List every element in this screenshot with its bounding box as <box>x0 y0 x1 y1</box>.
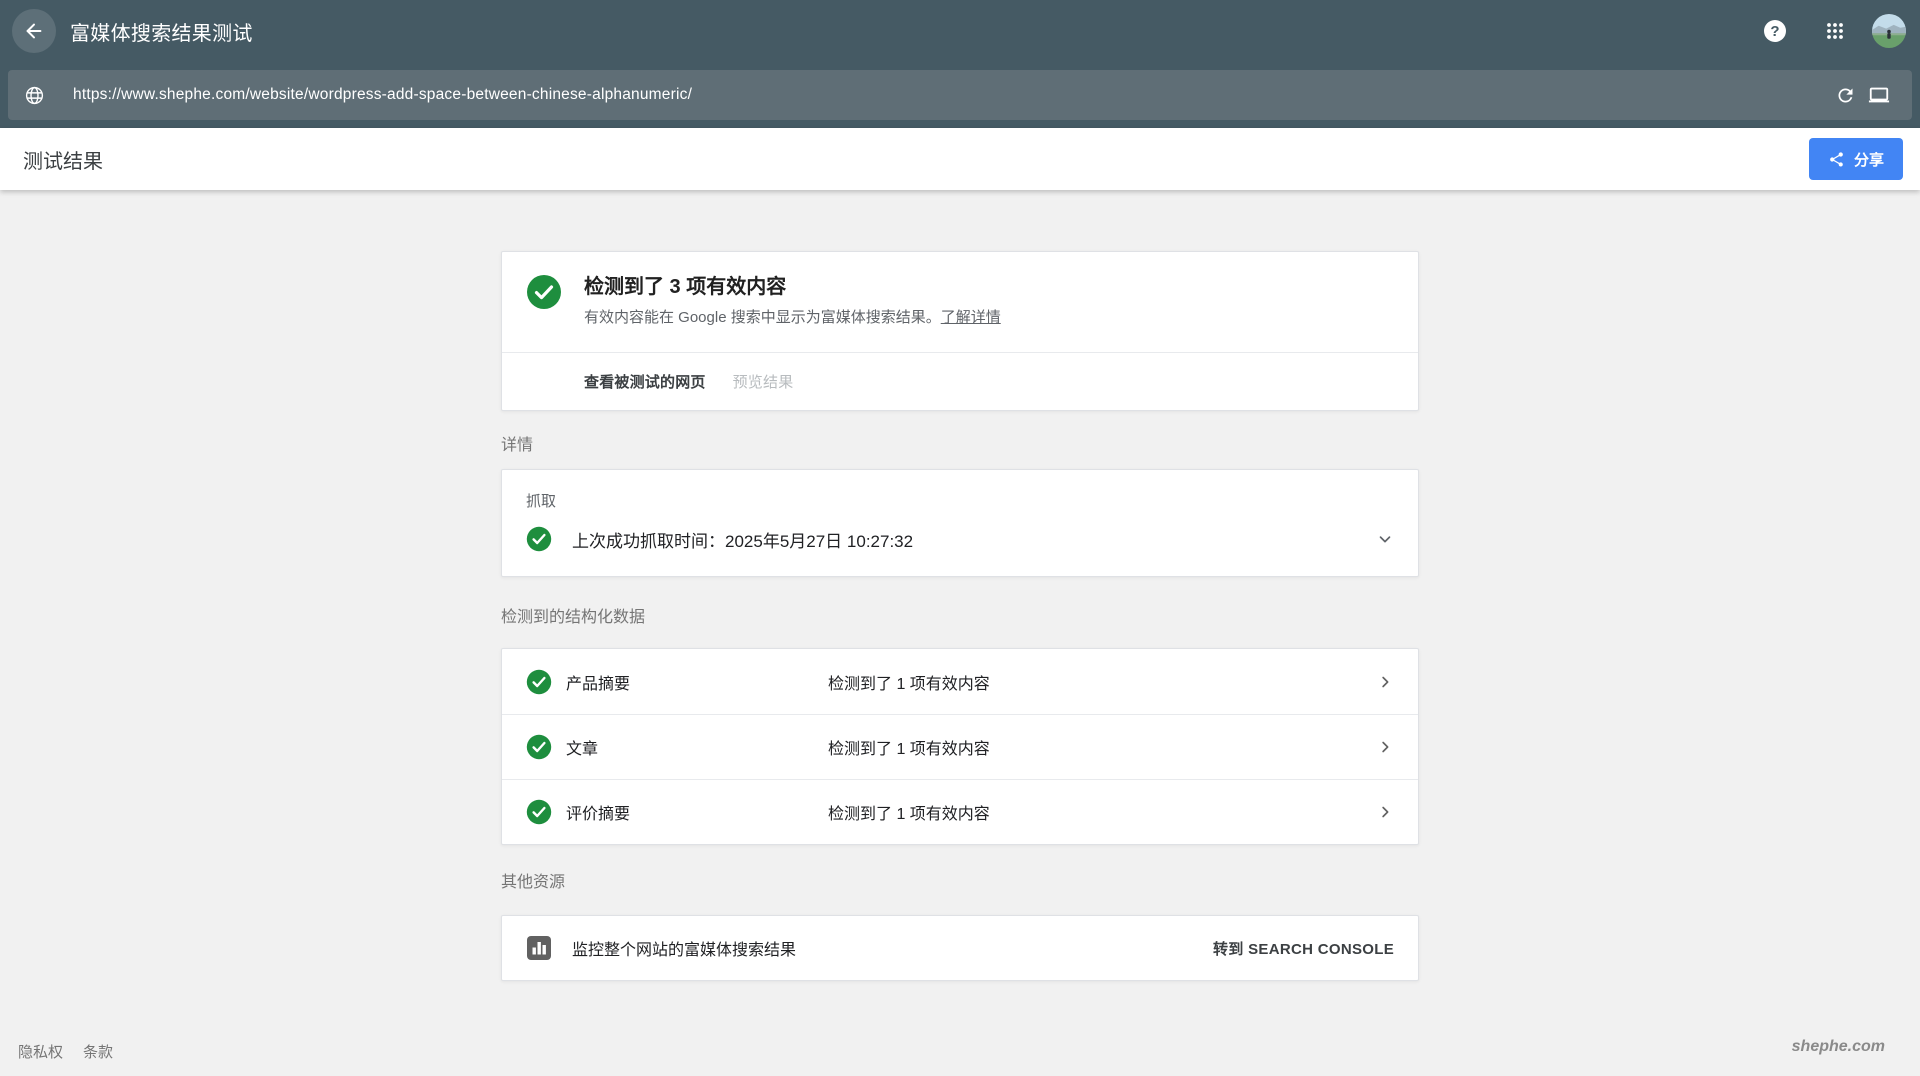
resources-item-label: 监控整个网站的富媒体搜索结果 <box>572 936 796 960</box>
apps-grid-icon[interactable] <box>1826 22 1844 40</box>
resources-section-label: 其他资源 <box>501 872 1419 894</box>
row-status: 检测到了 1 项有效内容 <box>828 735 990 759</box>
back-arrow-icon <box>23 20 45 42</box>
privacy-link[interactable]: 隐私权 <box>18 1041 63 1062</box>
back-button[interactable] <box>12 9 56 53</box>
resources-card: 监控整个网站的富媒体搜索结果 转到 SEARCH CONSOLE <box>501 915 1419 981</box>
url-pill: https://www.shephe.com/website/wordpress… <box>8 70 1912 120</box>
app-title: 富媒体搜索结果测试 <box>70 17 253 46</box>
device-screen-icon[interactable] <box>1862 78 1896 112</box>
share-button[interactable]: 分享 <box>1809 138 1903 180</box>
avatar[interactable] <box>1872 14 1906 48</box>
app-bar: 富媒体搜索结果测试 ? <box>0 0 1920 62</box>
crawl-card-label: 抓取 <box>526 490 1394 511</box>
success-check-icon <box>526 274 562 315</box>
row-label: 产品摘要 <box>566 670 828 694</box>
structured-data-card: 产品摘要 检测到了 1 项有效内容 文章 检测到了 1 项有效内容 <box>501 648 1419 845</box>
page-title: 测试结果 <box>23 145 103 174</box>
structured-row-review-snippet[interactable]: 评价摘要 检测到了 1 项有效内容 <box>502 779 1418 844</box>
tab-view-tested-page[interactable]: 查看被测试的网页 <box>584 371 706 392</box>
bar-chart-icon <box>526 935 552 961</box>
valid-check-icon <box>526 799 552 825</box>
structured-section-label: 检测到的结构化数据 <box>501 607 1419 629</box>
url-bar: https://www.shephe.com/website/wordpress… <box>0 62 1920 128</box>
watermark: shephe.com <box>1792 1038 1885 1056</box>
share-icon <box>1828 151 1845 168</box>
structured-row-article[interactable]: 文章 检测到了 1 项有效内容 <box>502 714 1418 779</box>
help-icon[interactable]: ? <box>1764 20 1786 42</box>
terms-link[interactable]: 条款 <box>83 1041 113 1062</box>
results-header: 测试结果 分享 <box>0 128 1920 190</box>
summary-card: 检测到了 3 项有效内容 有效内容能在 Google 搜索中显示为富媒体搜索结果… <box>501 251 1419 411</box>
go-to-search-console-link[interactable]: 转到 SEARCH CONSOLE <box>1213 938 1394 959</box>
globe-icon <box>24 85 45 106</box>
chevron-down-icon[interactable] <box>1376 530 1394 548</box>
share-label: 分享 <box>1854 149 1884 170</box>
footer: 隐私权 条款 <box>18 1041 113 1062</box>
summary-title: 检测到了 3 项有效内容 <box>584 274 1001 300</box>
structured-row-product-snippet[interactable]: 产品摘要 检测到了 1 项有效内容 <box>502 649 1418 714</box>
row-label: 文章 <box>566 735 828 759</box>
valid-check-icon <box>526 734 552 760</box>
chevron-right-icon <box>1376 738 1394 756</box>
crawl-check-icon <box>526 526 552 552</box>
summary-subtitle: 有效内容能在 Google 搜索中显示为富媒体搜索结果。 <box>584 309 941 326</box>
chevron-right-icon <box>1376 803 1394 821</box>
tested-url[interactable]: https://www.shephe.com/website/wordpress… <box>73 86 1828 104</box>
valid-check-icon <box>526 669 552 695</box>
row-label: 评价摘要 <box>566 800 828 824</box>
chevron-right-icon <box>1376 673 1394 691</box>
learn-more-link[interactable]: 了解详情 <box>941 309 1001 326</box>
refresh-icon[interactable] <box>1828 78 1862 112</box>
main-content: 检测到了 3 项有效内容 有效内容能在 Google 搜索中显示为富媒体搜索结果… <box>0 190 1920 981</box>
crawl-card: 抓取 上次成功抓取时间：2025年5月27日 10:27:32 <box>501 469 1419 577</box>
row-status: 检测到了 1 项有效内容 <box>828 670 990 694</box>
details-section-label: 详情 <box>501 435 1419 457</box>
tab-preview-results: 预览结果 <box>733 371 794 392</box>
row-status: 检测到了 1 项有效内容 <box>828 800 990 824</box>
crawl-status-text: 上次成功抓取时间：2025年5月27日 10:27:32 <box>572 527 913 552</box>
